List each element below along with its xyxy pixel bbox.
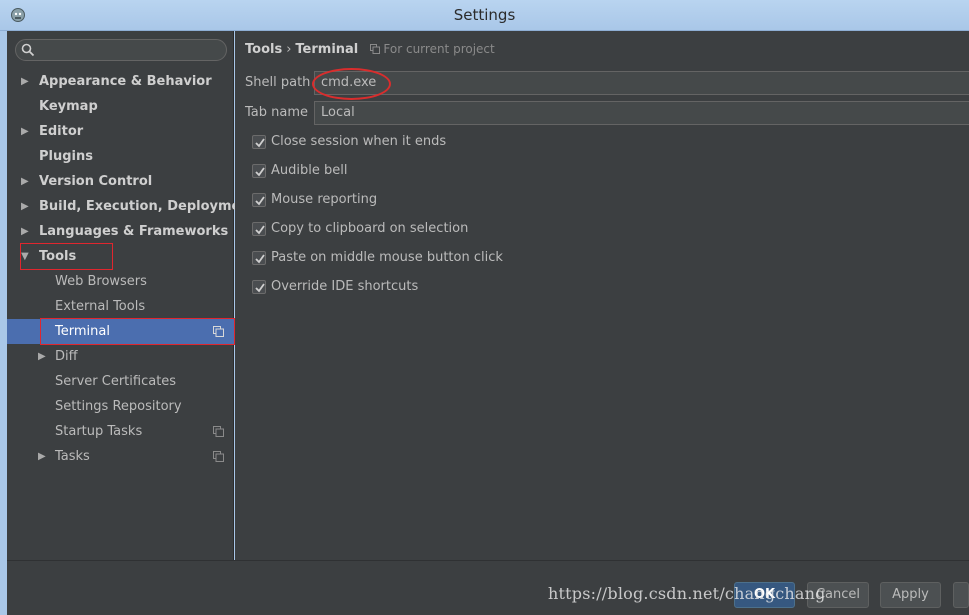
checkbox-checked-icon[interactable] bbox=[252, 193, 266, 207]
scope-hint: For current project bbox=[370, 42, 495, 56]
checkbox-checked-icon[interactable] bbox=[252, 164, 266, 178]
tree-item-version-control[interactable]: ▶ Version Control bbox=[7, 169, 234, 194]
tree-item-keymap[interactable]: Keymap bbox=[7, 94, 234, 119]
window-title: Settings bbox=[453, 6, 516, 24]
tree-item-web-browsers[interactable]: Web Browsers bbox=[7, 269, 234, 294]
shell-path-highlight-ellipse bbox=[312, 68, 391, 100]
tree-item-external-tools[interactable]: External Tools bbox=[7, 294, 234, 319]
expand-arrow-icon[interactable]: ▶ bbox=[21, 219, 33, 244]
project-scope-icon bbox=[370, 44, 381, 54]
breadcrumb-current: Terminal bbox=[295, 42, 359, 57]
title-bar: Settings bbox=[0, 0, 969, 31]
expand-arrow-icon[interactable]: ▶ bbox=[21, 194, 33, 219]
tree-item-startup-tasks[interactable]: Startup Tasks bbox=[7, 419, 234, 444]
expand-arrow-icon[interactable]: ▶ bbox=[38, 444, 50, 469]
tree-item-plugins[interactable]: Plugins bbox=[7, 144, 234, 169]
tree-item-build-execution-deployment[interactable]: ▶ Build, Execution, Deployment bbox=[7, 194, 256, 219]
checkbox-checked-icon[interactable] bbox=[252, 222, 266, 236]
settings-tree-panel: ▶ Appearance & Behavior Keymap ▶ Editor … bbox=[7, 31, 256, 560]
project-scope-icon bbox=[213, 451, 224, 462]
tree-item-diff[interactable]: ▶ Diff bbox=[7, 344, 234, 369]
terminal-settings-panel: Tools › Terminal For current project Shell… bbox=[235, 31, 969, 560]
shell-path-input[interactable]: cmd.exe bbox=[314, 71, 969, 95]
tree-item-appearance-behavior[interactable]: ▶ Appearance & Behavior bbox=[7, 69, 234, 94]
expand-arrow-icon[interactable]: ▶ bbox=[21, 169, 33, 194]
checkbox-checked-icon[interactable] bbox=[252, 135, 266, 149]
tree-item-server-certificates[interactable]: Server Certificates bbox=[7, 369, 234, 394]
tools-highlight-box bbox=[20, 243, 113, 270]
breadcrumb-parent: Tools bbox=[245, 42, 283, 57]
expand-arrow-icon[interactable]: ▶ bbox=[21, 119, 33, 144]
search-input[interactable] bbox=[15, 39, 227, 61]
watermark-text: https://blog.csdn.net/changchang bbox=[548, 584, 826, 603]
checkbox-checked-icon[interactable] bbox=[252, 280, 266, 294]
tree-item-languages-frameworks[interactable]: ▶ Languages & Frameworks bbox=[7, 219, 234, 244]
breadcrumb: Tools › Terminal For current project bbox=[245, 42, 495, 57]
expand-arrow-icon[interactable]: ▶ bbox=[21, 69, 33, 94]
tab-name-label: Tab name bbox=[245, 105, 309, 120]
tree-item-settings-repository[interactable]: Settings Repository bbox=[7, 394, 234, 419]
shell-path-label: Shell path bbox=[245, 75, 311, 90]
tree-item-tasks[interactable]: ▶ Tasks bbox=[7, 444, 234, 469]
project-scope-icon bbox=[213, 426, 224, 437]
breadcrumb-separator: › bbox=[286, 42, 292, 57]
scope-label: For current project bbox=[383, 42, 495, 56]
checkbox-checked-icon[interactable] bbox=[252, 251, 266, 265]
tab-name-input[interactable]: Local bbox=[314, 101, 969, 125]
expand-arrow-icon[interactable]: ▶ bbox=[38, 344, 50, 369]
apply-button[interactable]: Apply bbox=[880, 582, 941, 608]
search-icon bbox=[21, 43, 35, 57]
tree-item-editor[interactable]: ▶ Editor bbox=[7, 119, 234, 144]
terminal-highlight-box bbox=[40, 318, 235, 345]
help-button[interactable] bbox=[953, 582, 969, 608]
